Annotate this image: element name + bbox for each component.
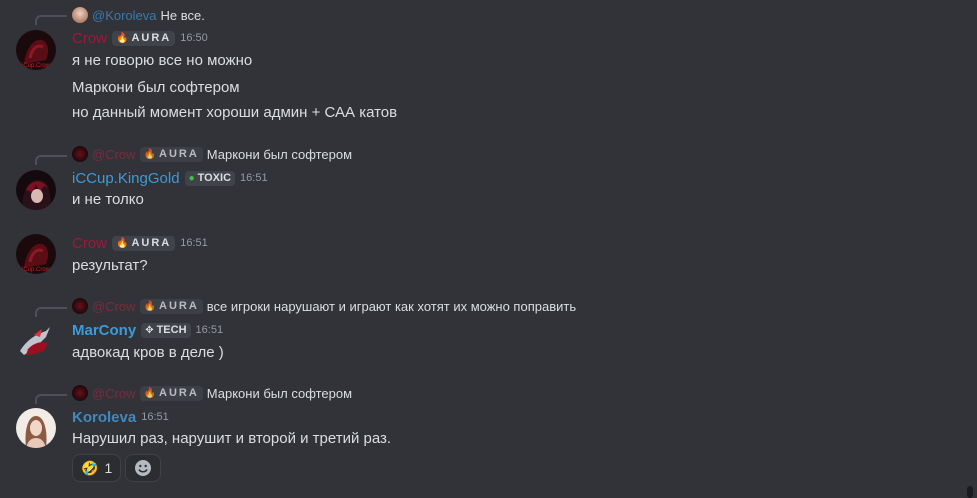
reply-avatar [72,146,88,162]
reaction-rofl[interactable]: 🤣 1 [72,454,122,482]
timestamp[interactable]: 16:50 [180,32,208,44]
username[interactable]: iCCup.KingGold [72,170,180,187]
reply-preview[interactable]: @Crow 🔥 AURA Маркони был софтером [72,384,352,402]
message-header: Crow 🔥 AURA 16:51 [72,233,208,253]
message-crow-2: iCup.Crow Crow 🔥 AURA 16:51 результат? [0,225,960,285]
message-header: Koroleva 16:51 [72,407,169,427]
guild-tag[interactable]: 🔥 AURA [112,30,176,46]
message-text: и не толко [72,191,144,208]
reply-connector [35,155,67,165]
avatar[interactable] [16,408,56,448]
reply-mention[interactable]: @Crow [92,147,136,162]
avatar[interactable]: iCup.Crow [16,234,56,274]
flame-icon: 🔥 [116,32,129,44]
message-text: результат? [72,257,148,274]
username[interactable]: Crow [72,235,107,252]
guild-tag-label: AURA [131,32,172,44]
smiley-icon [135,460,152,476]
reply-text: Маркони был софтером [206,146,353,162]
reply-mention[interactable]: @Crow [92,386,136,401]
reply-preview[interactable]: @Crow 🔥 AURA Маркони был софтером [72,145,352,163]
svg-text:iCup.Crow: iCup.Crow [22,63,51,69]
message-crow-1: @Koroleva Не все. iCup.Crow Crow 🔥 AURA … [0,0,960,130]
add-reaction-button[interactable] [125,454,162,482]
message-koroleva: @Crow 🔥 AURA Маркони был софтером Korole… [0,379,960,489]
reply-mention[interactable]: @Koroleva [92,8,157,23]
reply-connector [35,15,67,25]
reply-guild-tag-label: AURA [159,300,199,312]
username[interactable]: MarCony [72,322,136,339]
reply-preview[interactable]: @Koroleva Не все. [72,6,205,24]
guild-tag-label: TECH [156,324,187,336]
reply-guild-tag: 🔥 AURA [139,385,203,401]
reply-connector [35,394,67,404]
svg-text:iCup.Crow: iCup.Crow [22,267,51,273]
reply-text: Маркони был софтером [206,385,353,401]
message-marcony: @Crow 🔥 AURA все игроки нарушают и играю… [0,292,960,372]
guild-tag-label: AURA [131,237,172,249]
guild-tag[interactable]: ● TOXIC [184,170,236,186]
guild-tag[interactable]: 🔥 AURA [112,235,176,251]
reply-guild-tag: 🔥 AURA [139,146,203,162]
reply-avatar [72,385,88,401]
username[interactable]: Koroleva [72,409,136,426]
timestamp[interactable]: 16:51 [240,172,268,184]
gear-icon: ✥ [145,324,154,336]
message-header: iCCup.KingGold ● TOXIC 16:51 [72,168,268,188]
flame-icon: 🔥 [143,387,156,399]
flame-icon: 🔥 [143,300,156,312]
reply-avatar [72,298,88,314]
reply-preview[interactable]: @Crow 🔥 AURA все игроки нарушают и играю… [72,297,576,315]
message-text: но данный момент хороши админ + САА като… [72,104,398,121]
reply-text: все игроки нарушают и играют как хотят и… [206,298,577,314]
message-header: MarCony ✥ TECH 16:51 [72,320,223,340]
avatar[interactable] [16,321,56,361]
reply-guild-tag: 🔥 AURA [139,298,203,314]
message-text: Нарушил раз, нарушит и второй и третий р… [72,430,392,447]
timestamp[interactable]: 16:51 [196,324,224,336]
flame-icon: 🔥 [143,148,156,160]
reaction-bar: 🤣 1 [72,454,162,482]
message-header: Crow 🔥 AURA 16:50 [72,28,208,48]
avatar[interactable]: iCup.Crow [16,30,56,70]
reply-guild-tag-label: AURA [159,148,199,160]
message-kinggold: @Crow 🔥 AURA Маркони был софтером iCCup.… [0,140,960,215]
timestamp[interactable]: 16:51 [141,411,169,423]
username[interactable]: Crow [72,30,107,47]
reply-connector [35,307,67,317]
guild-tag-label: TOXIC [197,172,232,184]
guild-tag[interactable]: ✥ TECH [141,322,191,338]
reply-avatar [72,7,88,23]
reply-guild-tag-label: AURA [159,387,199,399]
potion-icon: ● [188,172,195,184]
message-text: адвокад кров в деле ) [72,344,224,361]
scrollbar-thumb[interactable] [967,486,973,498]
rofl-emoji-icon: 🤣 [81,459,99,476]
reaction-count: 1 [104,460,113,476]
timestamp[interactable]: 16:51 [180,237,208,249]
flame-icon: 🔥 [116,237,129,249]
avatar[interactable] [16,170,56,210]
reply-mention[interactable]: @Crow [92,299,136,314]
message-text: я не говорю все но можно [72,52,253,69]
reply-text: Не все. [160,7,205,23]
message-text: Маркони был софтером [72,79,240,96]
